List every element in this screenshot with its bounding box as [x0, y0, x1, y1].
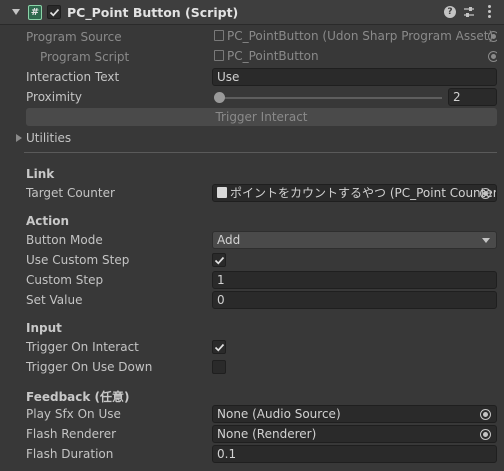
- play-sfx-on-use-value: None (Audio Source): [217, 407, 341, 421]
- flash-duration-label: Flash Duration: [26, 447, 114, 461]
- set-value-label: Set Value: [26, 293, 83, 307]
- component-icon: [217, 187, 227, 198]
- trigger-on-interact-label: Trigger On Interact: [26, 340, 139, 354]
- flash-renderer-row: Flash Renderer None (Renderer): [0, 424, 504, 444]
- use-custom-step-row: Use Custom Step: [0, 250, 504, 270]
- proximity-slider-track[interactable]: [216, 97, 442, 99]
- section-header-link: Link: [26, 167, 55, 181]
- use-custom-step-checkbox[interactable]: [212, 253, 226, 267]
- proximity-label: Proximity: [26, 90, 82, 104]
- target-counter-field[interactable]: ポイントをカウントするやつ (PC_Point Counter): [212, 184, 497, 202]
- play-sfx-on-use-row: Play Sfx On Use None (Audio Source): [0, 404, 504, 424]
- help-icon[interactable]: ?: [444, 6, 456, 18]
- section-header-input: Input: [26, 321, 62, 335]
- section-header-action: Action: [26, 214, 70, 228]
- proximity-input[interactable]: 2: [448, 88, 497, 106]
- object-picker-icon[interactable]: [480, 188, 491, 199]
- interaction-text-row: Interaction Text Use: [0, 67, 504, 87]
- asset-icon: [214, 30, 224, 41]
- play-sfx-on-use-field[interactable]: None (Audio Source): [212, 405, 497, 423]
- program-source-label: Program Source: [26, 30, 122, 44]
- button-mode-value: Add: [217, 233, 241, 247]
- utilities-foldout[interactable]: Utilities: [0, 128, 504, 148]
- set-value-row: Set Value 0: [0, 290, 504, 310]
- button-mode-dropdown[interactable]: Add: [212, 231, 497, 249]
- script-icon: #: [28, 5, 42, 20]
- target-counter-label: Target Counter: [26, 186, 115, 200]
- flash-renderer-label: Flash Renderer: [26, 427, 117, 441]
- component-header: # PC_Point Button (Script) ?: [0, 0, 504, 25]
- interaction-text-input[interactable]: Use: [212, 68, 497, 86]
- flash-duration-row: Flash Duration 0.1: [0, 444, 504, 464]
- flash-renderer-value: None (Renderer): [217, 427, 317, 441]
- section-header-feedback: Feedback (任意): [26, 390, 130, 404]
- trigger-on-use-down-row: Trigger On Use Down: [0, 357, 504, 377]
- target-counter-value: ポイントをカウントするやつ (PC_Point Counter): [230, 186, 497, 200]
- program-script-row: Program Script PC_PointButton: [0, 47, 504, 67]
- button-mode-row: Button Mode Add: [0, 230, 504, 250]
- program-script-value: PC_PointButton: [227, 49, 319, 63]
- separator: [24, 152, 497, 153]
- object-picker-icon[interactable]: [480, 429, 491, 440]
- chevron-down-icon: [482, 238, 490, 243]
- button-mode-label: Button Mode: [26, 233, 103, 247]
- utilities-label[interactable]: Utilities: [26, 131, 71, 145]
- object-picker-icon: [488, 31, 497, 42]
- object-picker-icon: [488, 51, 497, 62]
- trigger-interact-button[interactable]: Trigger Interact: [26, 108, 497, 126]
- foldout-arrow-icon[interactable]: [12, 9, 20, 15]
- foldout-arrow-icon[interactable]: [16, 134, 22, 142]
- component-title: PC_Point Button (Script): [67, 5, 239, 20]
- object-picker-icon[interactable]: [480, 409, 491, 420]
- trigger-on-interact-row: Trigger On Interact: [0, 337, 504, 357]
- program-source-field: PC_PointButton (Udon Sharp Program Asset…: [212, 28, 497, 46]
- proximity-slider-handle[interactable]: [214, 92, 225, 103]
- custom-step-input[interactable]: 1: [212, 271, 497, 289]
- play-sfx-on-use-label: Play Sfx On Use: [26, 407, 121, 421]
- interaction-text-label: Interaction Text: [26, 70, 120, 84]
- custom-step-row: Custom Step 1: [0, 270, 504, 290]
- kebab-menu-icon[interactable]: [484, 4, 494, 20]
- set-value-input[interactable]: 0: [212, 291, 497, 309]
- presets-icon[interactable]: [462, 5, 476, 19]
- flash-duration-input[interactable]: 0.1: [212, 445, 497, 463]
- use-custom-step-label: Use Custom Step: [26, 253, 130, 267]
- trigger-on-use-down-label: Trigger On Use Down: [26, 360, 153, 374]
- flash-renderer-field[interactable]: None (Renderer): [212, 425, 497, 443]
- script-file-icon: [214, 50, 224, 61]
- program-source-row: Program Source PC_PointButton (Udon Shar…: [0, 27, 504, 47]
- proximity-row: Proximity 2: [0, 87, 504, 107]
- program-script-field: PC_PointButton: [212, 48, 497, 66]
- program-source-value: PC_PointButton (Udon Sharp Program Asset…: [227, 29, 494, 43]
- trigger-on-use-down-checkbox[interactable]: [212, 360, 226, 374]
- trigger-interact-row: Trigger Interact: [0, 107, 504, 127]
- program-script-label: Program Script: [40, 50, 130, 64]
- custom-step-label: Custom Step: [26, 273, 104, 287]
- target-counter-row: Target Counter ポイントをカウントするやつ (PC_Point C…: [0, 183, 504, 203]
- trigger-on-interact-checkbox[interactable]: [212, 340, 226, 354]
- component-enabled-checkbox[interactable]: [47, 5, 61, 19]
